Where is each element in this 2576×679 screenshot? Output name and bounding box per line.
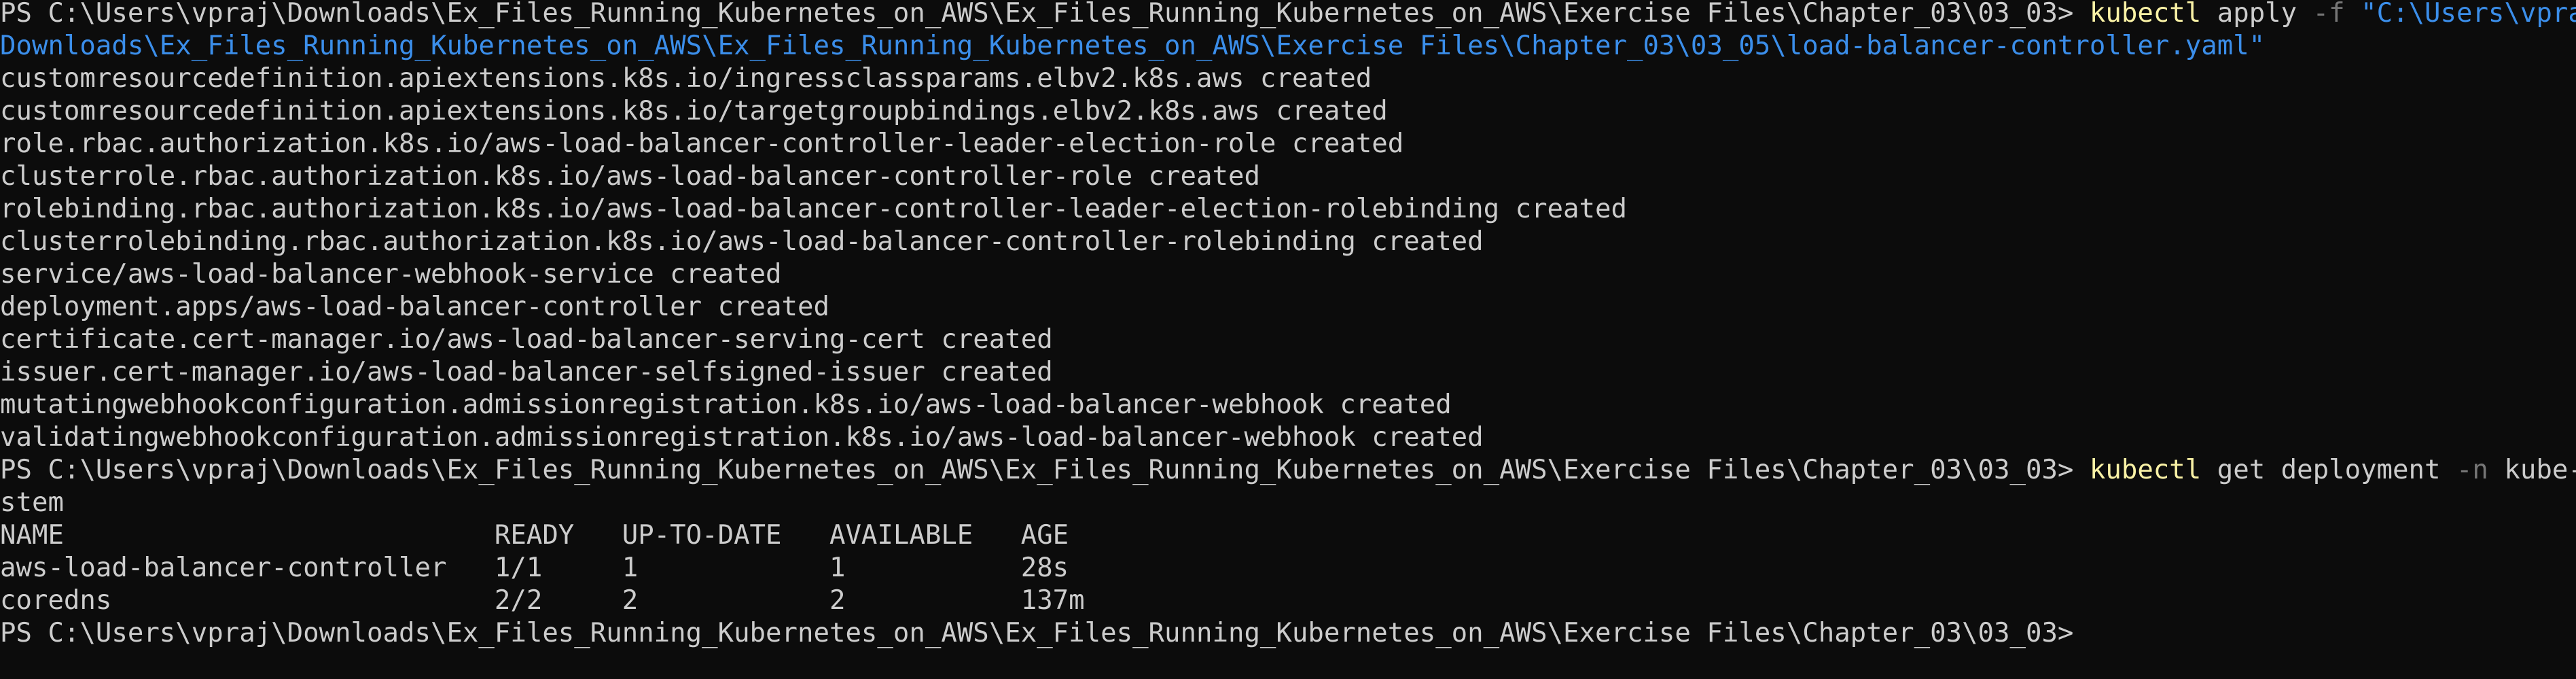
table-header: NAME READY UP-TO-DATE AVAILABLE AGE [0,520,1069,551]
command-line-1: PS C:\Users\vpraj\Downloads\Ex_Files_Run… [0,0,2576,30]
output-line: service/aws-load-balancer-webhook-servic… [0,259,782,290]
prompt: PS C:\Users\vpraj\Downloads\Ex_Files_Run… [0,455,2090,485]
namespace-arg: kube-sy [2504,455,2576,485]
table-row: aws-load-balancer-controller 1/1 1 1 28s [0,553,1069,583]
prompt: PS C:\Users\vpraj\Downloads\Ex_Files_Run… [0,618,2090,648]
command-args: apply [2201,0,2313,29]
output-line: deployment.apps/aws-load-balancer-contro… [0,292,829,322]
output-line: customresourcedefinition.apiextensions.k… [0,63,1372,94]
output-line: certificate.cert-manager.io/aws-load-bal… [0,324,1053,355]
terminal-window[interactable]: PS C:\Users\vpraj\Downloads\Ex_Files_Run… [0,0,2576,679]
output-line: validatingwebhookconfiguration.admission… [0,422,1484,453]
output-line: customresourcedefinition.apiextensions.k… [0,96,1388,126]
command-name: kubectl [2089,455,2202,485]
output-line: rolebinding.rbac.authorization.k8s.io/aw… [0,194,1627,224]
output-line: role.rbac.authorization.k8s.io/aws-load-… [0,128,1404,159]
command-path-continued: Downloads\Ex_Files_Running_Kubernetes_on… [0,31,2266,61]
output-line: mutatingwebhookconfiguration.admissionre… [0,389,1452,420]
final-prompt-line[interactable]: PS C:\Users\vpraj\Downloads\Ex_Files_Run… [0,617,2105,650]
prompt: PS C:\Users\vpraj\Downloads\Ex_Files_Run… [0,0,2090,29]
command-name: kubectl [2089,0,2202,29]
command-line-2-wrap: stem [0,487,64,519]
command-line-2: PS C:\Users\vpraj\Downloads\Ex_Files_Run… [0,454,2576,487]
output-line: clusterrole.rbac.authorization.k8s.io/aw… [0,161,1260,192]
command-flag: -n [2456,455,2488,485]
command-flag: -f [2312,0,2345,29]
namespace-arg-continued: stem [0,487,64,518]
command-args: get deployment [2201,455,2456,485]
output-line: issuer.cert-manager.io/aws-load-balancer… [0,357,1053,387]
command-line-1-wrap: Downloads\Ex_Files_Running_Kubernetes_on… [0,30,2265,63]
output-line: clusterrolebinding.rbac.authorization.k8… [0,226,1484,257]
table-row: coredns 2/2 2 2 137m [0,585,1085,616]
command-path: "C:\Users\vpraj\ [2361,0,2576,29]
